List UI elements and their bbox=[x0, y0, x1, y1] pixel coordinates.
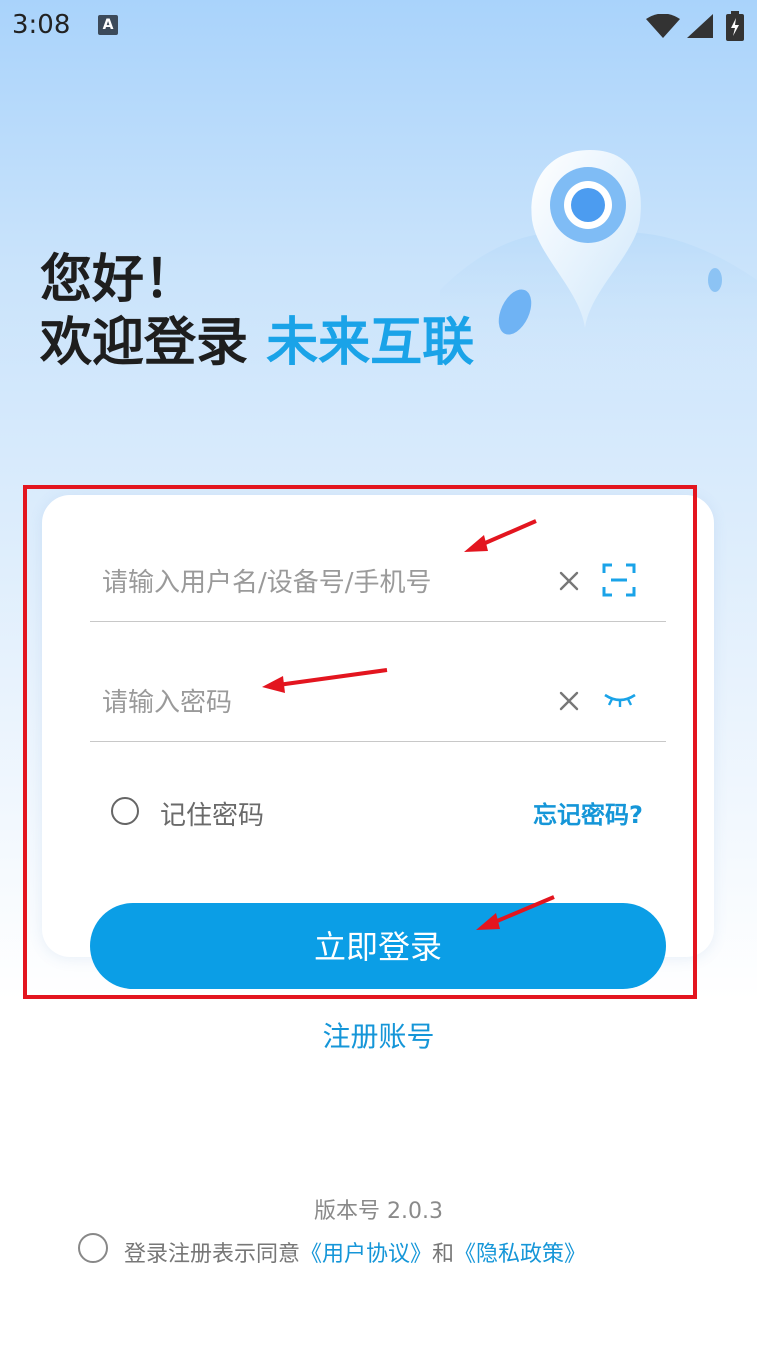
agreement-and: 和 bbox=[432, 1242, 455, 1267]
agreement-prefix: 登录注册表示同意 bbox=[124, 1242, 301, 1267]
agreement-text: 登录注册表示同意《用户协议》和《隐私政策》 bbox=[124, 1236, 586, 1268]
privacy-policy-link[interactable]: 《隐私政策》 bbox=[454, 1242, 586, 1267]
annotation-arrows bbox=[262, 519, 555, 930]
annotation-arrow-password bbox=[262, 668, 388, 693]
user-agreement-link[interactable]: 《用户协议》 bbox=[300, 1242, 432, 1267]
version-label: 版本号 2.0.3 bbox=[314, 1199, 443, 1224]
annotation-arrow-username bbox=[464, 519, 537, 552]
annotation-arrow-login bbox=[476, 895, 555, 930]
agreement-radio[interactable] bbox=[78, 1233, 108, 1263]
